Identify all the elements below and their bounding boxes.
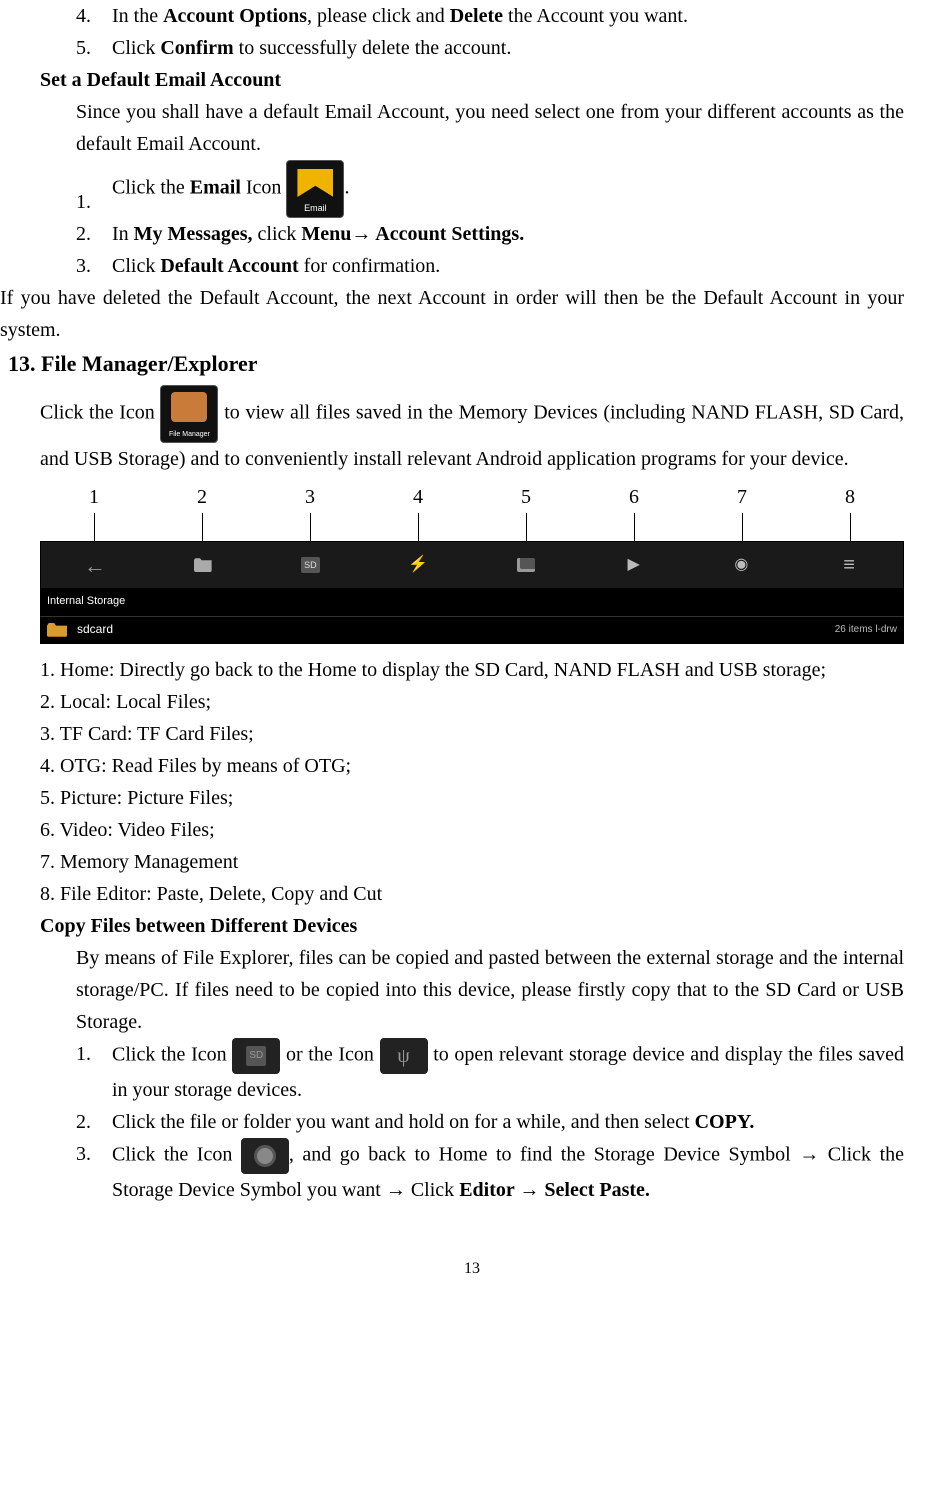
list-item: 5. Click Confirm to successfully delete … <box>0 32 944 64</box>
folder-name: sdcard <box>77 620 113 639</box>
text: , please click and <box>307 5 450 27</box>
list-number: 1. <box>76 186 112 218</box>
list-item: 4. OTG: Read Files by means of OTG; <box>0 750 944 782</box>
text-bold: Select Paste. <box>539 1179 650 1201</box>
file-manager-app-icon <box>160 385 218 443</box>
page-number: 13 <box>0 1256 944 1282</box>
folder-meta: 26 items l-drw <box>835 622 897 638</box>
toolbar-picture-icon[interactable] <box>472 542 580 588</box>
list-number: 4. <box>76 0 112 32</box>
text: Click the <box>112 177 190 199</box>
text: Click the Icon <box>112 1143 241 1165</box>
text: for confirmation. <box>299 255 441 277</box>
text: , and go back to Home to find the Storag… <box>289 1143 799 1165</box>
toolbar-label-6: 6 <box>580 481 688 513</box>
list-item: 3. TF Card: TF Card Files; <box>0 718 944 750</box>
toolbar-label-4: 4 <box>364 481 472 513</box>
toolbar-label-5: 5 <box>472 481 580 513</box>
text-bold: Editor <box>459 1179 519 1201</box>
paragraph: Since you shall have a default Email Acc… <box>0 96 944 160</box>
list-item: 3. Click the Icon , and go back to Home … <box>0 1138 944 1206</box>
file-manager-toolbar-figure: 1 2 3 4 5 6 7 8 Internal Storage sdcard <box>0 481 944 644</box>
list-number: 3. <box>76 250 112 282</box>
text: or the Icon <box>280 1043 379 1065</box>
list-number: 5. <box>76 32 112 64</box>
list-item: 3. Click Default Account for confirmatio… <box>0 250 944 282</box>
file-manager-toolbar <box>40 541 904 589</box>
list-item: 4. In the Account Options, please click … <box>0 0 944 32</box>
arrow-icon: → <box>519 1179 539 1201</box>
subheading-default-email: Set a Default Email Account <box>0 64 944 96</box>
text-bold: Default Account <box>160 255 298 277</box>
paragraph: If you have deleted the Default Account,… <box>0 282 944 346</box>
list-item: 7. Memory Management <box>0 846 944 878</box>
toolbar-label-2: 2 <box>148 481 256 513</box>
toolbar-memory-icon[interactable] <box>688 542 796 588</box>
paragraph: Click the Icon to view all files saved i… <box>0 385 944 475</box>
subheading-copy-files: Copy Files between Different Devices <box>0 910 944 942</box>
text-bold: Delete <box>450 5 503 27</box>
list-item: 2. Click the file or folder you want and… <box>0 1106 944 1138</box>
text-bold: Account Settings. <box>371 223 524 245</box>
subheading-text: Set a Default Email Account <box>40 69 281 91</box>
text: Click the Icon <box>112 1043 232 1065</box>
section-heading-file-manager: 13. File Manager/Explorer <box>0 346 944 381</box>
text: Click <box>112 255 160 277</box>
toolbar-number-labels: 1 2 3 4 5 6 7 8 <box>40 481 904 513</box>
file-manager-path: Internal Storage <box>40 589 904 616</box>
arrow-icon: → <box>351 223 371 245</box>
toolbar-label-8: 8 <box>796 481 904 513</box>
toolbar-label-7: 7 <box>688 481 796 513</box>
file-manager-row[interactable]: sdcard 26 items l-drw <box>40 616 904 644</box>
toolbar-label-1: 1 <box>40 481 148 513</box>
arrow-icon: → <box>386 1179 406 1201</box>
list-number: 1. <box>76 1038 112 1106</box>
text-bold: Menu <box>301 223 351 245</box>
text-bold: Account Options <box>163 5 307 27</box>
text-bold: My Messages, <box>134 223 253 245</box>
list-item: 5. Picture: Picture Files; <box>0 782 944 814</box>
list-item: 8. File Editor: Paste, Delete, Copy and … <box>0 878 944 910</box>
sd-card-icon <box>232 1038 280 1074</box>
text: Icon <box>241 177 287 199</box>
text: the Account you want. <box>503 5 688 27</box>
text: Click <box>112 37 160 59</box>
folder-icon <box>47 623 67 637</box>
toolbar-tfcard-icon[interactable] <box>257 542 365 588</box>
usb-icon: ψ <box>380 1038 428 1074</box>
text: Click <box>406 1179 459 1201</box>
toolbar-video-icon[interactable] <box>580 542 688 588</box>
list-item: 2. Local: Local Files; <box>0 686 944 718</box>
arrow-icon: → <box>799 1143 819 1165</box>
list-item: 1. Click the Icon or the Icon ψ to open … <box>0 1038 944 1106</box>
list-item: 1. Click the Email Icon . <box>0 160 944 218</box>
toolbar-label-3: 3 <box>256 481 364 513</box>
memory-disk-icon <box>241 1138 289 1174</box>
text: In <box>112 223 134 245</box>
toolbar-otg-icon[interactable] <box>364 542 472 588</box>
text: . <box>344 177 349 199</box>
text-bold: Confirm <box>160 37 238 59</box>
toolbar-local-icon[interactable] <box>149 542 257 588</box>
text: to successfully delete the account. <box>239 37 512 59</box>
toolbar-tick-lines <box>40 513 904 541</box>
list-item: 2. In My Messages, click Menu→ Account S… <box>0 218 944 250</box>
toolbar-home-icon[interactable] <box>41 542 149 588</box>
list-number: 3. <box>76 1138 112 1206</box>
list-item: 6. Video: Video Files; <box>0 814 944 846</box>
list-number: 2. <box>76 218 112 250</box>
text: In the <box>112 5 163 27</box>
list-item: 1. Home: Directly go back to the Home to… <box>0 654 944 686</box>
text: Click the Icon <box>40 402 160 424</box>
text-bold: Email <box>190 177 241 199</box>
list-number: 2. <box>76 1106 112 1138</box>
text: Click the file or folder you want and ho… <box>112 1111 695 1133</box>
toolbar-editor-icon[interactable] <box>795 542 903 588</box>
subheading-text: Copy Files between Different Devices <box>40 915 357 937</box>
paragraph: By means of File Explorer, files can be … <box>0 942 944 1038</box>
text-bold: COPY. <box>695 1111 755 1133</box>
text: click <box>253 223 302 245</box>
email-app-icon <box>286 160 344 218</box>
